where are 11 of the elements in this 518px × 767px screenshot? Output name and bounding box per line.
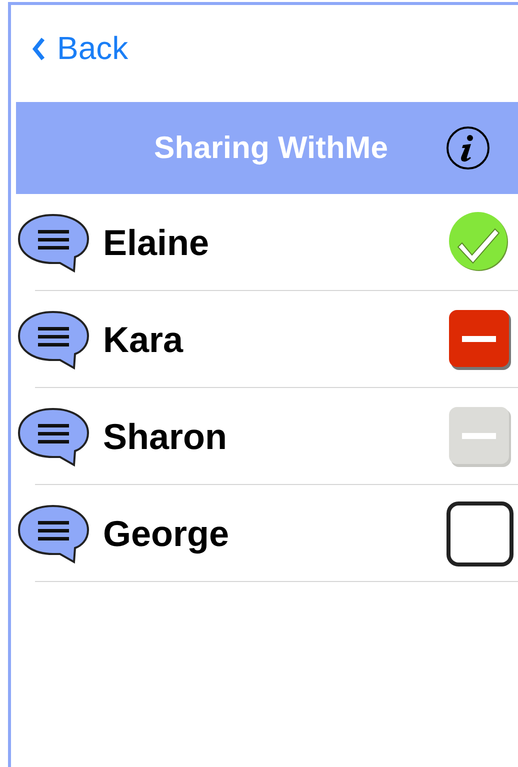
checkbox-icon[interactable]: [446, 500, 514, 566]
info-icon: [446, 126, 490, 170]
back-chevron-icon: [32, 36, 45, 60]
back-button[interactable]: Back: [16, 30, 128, 67]
minus-icon[interactable]: [448, 308, 512, 370]
contact-name: Elaine: [103, 222, 210, 264]
header-title: Sharing WithMe: [154, 130, 388, 166]
contact-name: Sharon: [103, 416, 228, 458]
info-button[interactable]: [446, 126, 490, 170]
contact-name: Kara: [103, 318, 184, 360]
contact-name: George: [103, 512, 230, 554]
